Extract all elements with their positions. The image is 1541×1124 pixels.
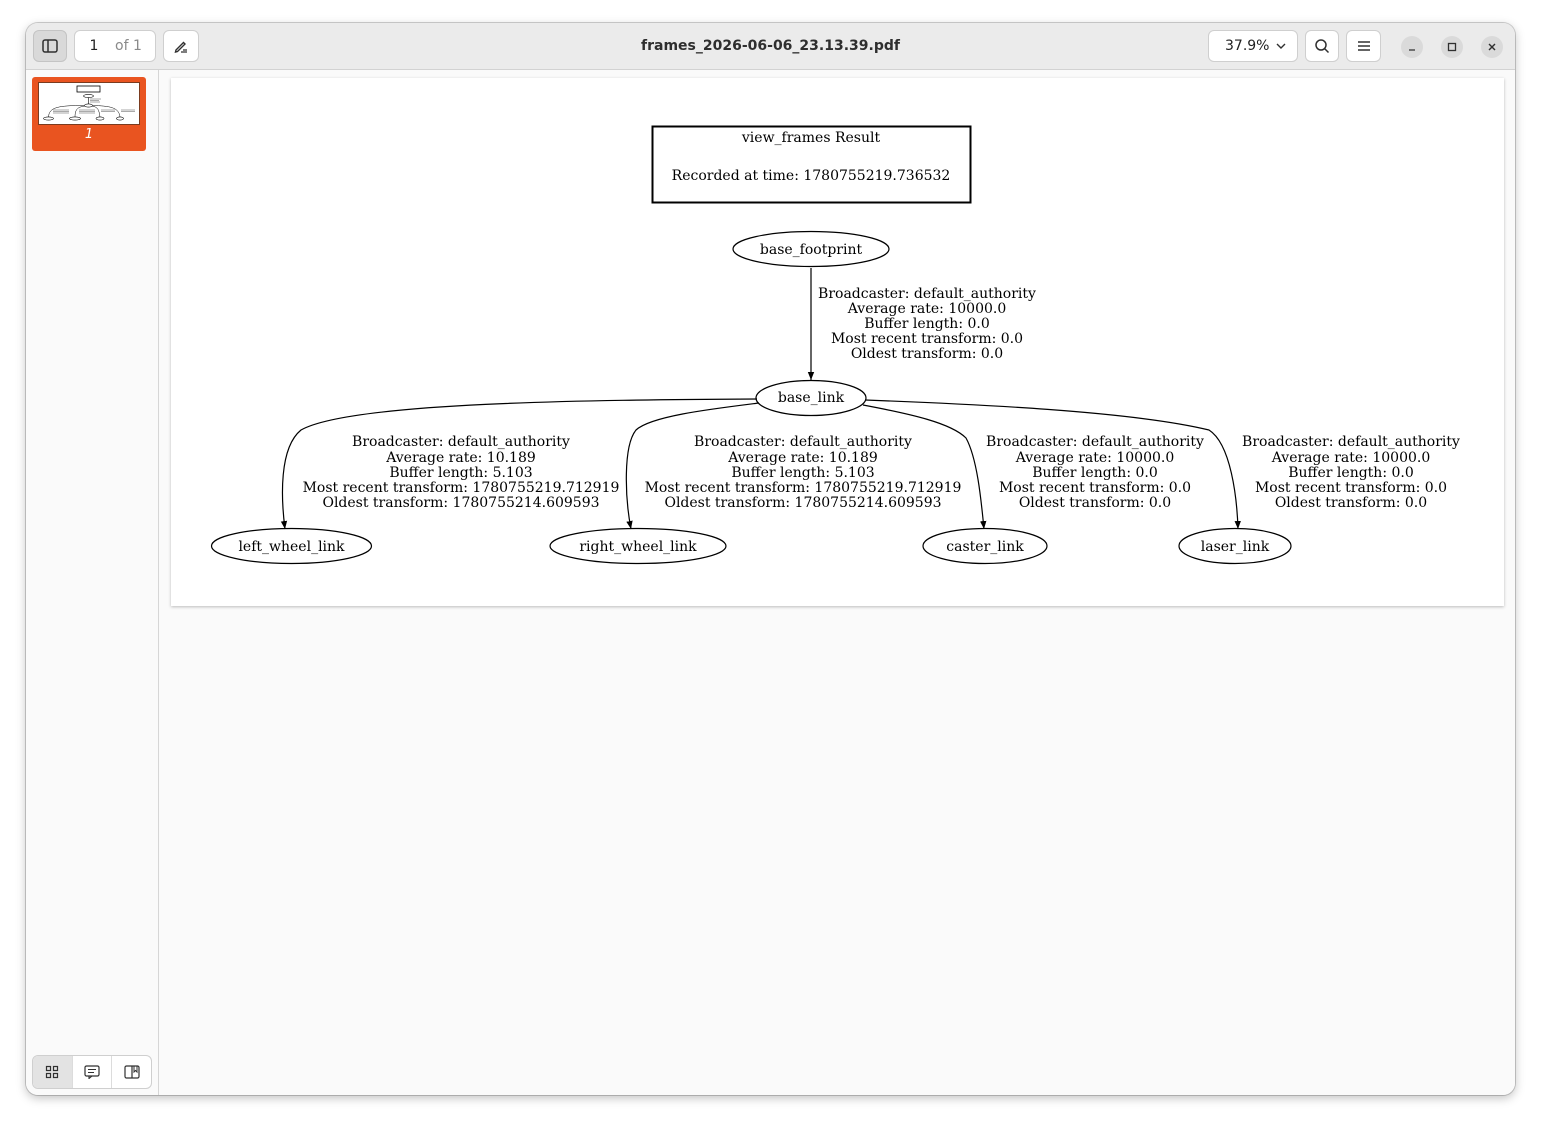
tf-frames-diagram: view_frames Result Recorded at time: 178… [210, 125, 1460, 565]
header-bar: 1 of 1 frames_2026-06-06_23.13.39.pdf 37… [26, 23, 1515, 70]
edge-label-base-footprint-base-link: Broadcaster: default_authority Average r… [818, 286, 1036, 362]
edge-label-line: Most recent transform: 1780755219.712919 [303, 480, 620, 496]
edge-label-line: Buffer length: 0.0 [1288, 465, 1414, 481]
edge-label-line: Broadcaster: default_authority [694, 434, 912, 450]
edge-label-line: Average rate: 10000.0 [1271, 450, 1430, 466]
document-viewer-window: 1 of 1 frames_2026-06-06_23.13.39.pdf 37… [26, 23, 1515, 1095]
node-label-right-wheel-link: right_wheel_link [579, 539, 697, 555]
edge-label-line: Oldest transform: 0.0 [1019, 495, 1171, 511]
search-button[interactable] [1305, 30, 1339, 62]
minimize-icon [1409, 49, 1415, 51]
maximize-icon [1447, 42, 1457, 52]
thumbnail-preview [38, 82, 140, 125]
edge-label-line: Most recent transform: 0.0 [1255, 480, 1447, 496]
edge-label-line: Oldest transform: 0.0 [851, 346, 1003, 362]
edge-label-line: Oldest transform: 0.0 [1275, 495, 1427, 511]
close-icon [1488, 43, 1496, 51]
page-thumbnail[interactable]: 1 [32, 77, 146, 151]
node-label-laser-link: laser_link [1201, 539, 1270, 555]
edge-label-line: Most recent transform: 1780755219.712919 [645, 480, 962, 496]
edge-label-line: Broadcaster: default_authority [818, 286, 1036, 302]
edge-label-line: Buffer length: 0.0 [864, 316, 990, 332]
hamburger-menu-icon [1357, 41, 1370, 51]
edge-label-base-link-laser-link: Broadcaster: default_authority Average r… [1242, 434, 1460, 511]
result-recorded-time: Recorded at time: 1780755219.736532 [672, 168, 951, 184]
edge-label-line: Most recent transform: 0.0 [999, 480, 1191, 496]
close-button[interactable] [1481, 36, 1503, 58]
thumbnails-grid-icon [46, 1065, 59, 1079]
edge-label-line: Average rate: 10.189 [727, 450, 878, 466]
chevron-down-icon [1276, 43, 1286, 49]
zoom-level: 37.9% [1225, 38, 1270, 54]
edge-label-line: Average rate: 10000.0 [1015, 450, 1174, 466]
pdf-page: view_frames Result Recorded at time: 178… [171, 78, 1504, 606]
thumbnail-sidebar: 1 [26, 70, 159, 1095]
annotate-pen-icon [174, 41, 187, 53]
node-label-base-footprint: base_footprint [760, 242, 863, 258]
edge-label-line: Buffer length: 0.0 [1032, 465, 1158, 481]
page-count-label: of 1 [115, 38, 142, 54]
edge-label-line: Average rate: 10.189 [385, 450, 536, 466]
zoom-select[interactable]: 37.9% [1208, 30, 1298, 62]
edge-label-line: Oldest transform: 1780755214.609593 [664, 495, 941, 511]
edge-label-line: Oldest transform: 1780755214.609593 [322, 495, 599, 511]
edge-label-line: Broadcaster: default_authority [986, 434, 1204, 450]
maximize-button[interactable] [1441, 36, 1463, 58]
minimize-button[interactable] [1401, 36, 1423, 58]
edge-label-line: Broadcaster: default_authority [1242, 434, 1460, 450]
edge-label-base-link-caster-link: Broadcaster: default_authority Average r… [986, 434, 1204, 511]
search-icon [1315, 39, 1330, 54]
sidebar-view-switcher [32, 1055, 152, 1089]
annotations-view-button[interactable] [73, 1056, 113, 1088]
edge-label-base-link-left-wheel-link: Broadcaster: default_authority Average r… [303, 434, 620, 511]
document-view[interactable]: view_frames Result Recorded at time: 178… [159, 70, 1515, 1095]
page-number-input[interactable]: 1 [75, 38, 113, 54]
annotations-icon [84, 1065, 100, 1079]
thumbnail-page-number: 1 [84, 127, 94, 142]
node-label-left-wheel-link: left_wheel_link [238, 539, 345, 555]
main-menu-button[interactable] [1346, 30, 1381, 62]
annotate-button[interactable] [163, 30, 199, 62]
edge-label-line: Buffer length: 5.103 [389, 465, 532, 481]
edge-label-line: Buffer length: 5.103 [731, 465, 874, 481]
result-title: view_frames Result [741, 130, 881, 146]
bookmarks-icon [124, 1065, 140, 1079]
node-label-caster-link: caster_link [946, 539, 1024, 555]
edge-label-line: Broadcaster: default_authority [352, 434, 570, 450]
edge-label-line: Most recent transform: 0.0 [831, 331, 1023, 347]
thumbnails-view-button[interactable] [33, 1056, 73, 1088]
page-navigator[interactable]: 1 of 1 [74, 30, 156, 62]
edge-label-base-link-right-wheel-link: Broadcaster: default_authority Average r… [645, 434, 962, 511]
sidebar-toggle-button[interactable] [33, 30, 67, 62]
node-label-base-link: base_link [778, 390, 845, 406]
bookmarks-view-button[interactable] [112, 1056, 151, 1088]
sidebar-toggle-icon [42, 39, 58, 53]
edge-label-line: Average rate: 10000.0 [847, 301, 1006, 317]
